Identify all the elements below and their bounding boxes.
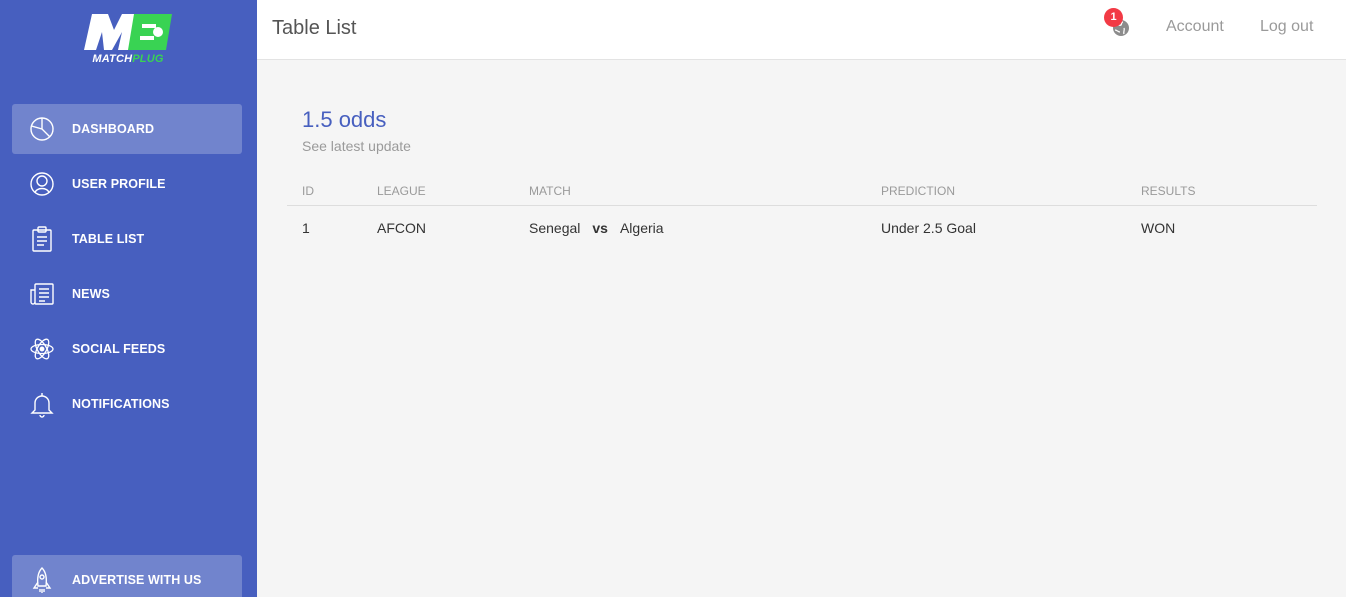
sidebar-item-notifications[interactable]: NOTIFICATIONS [12,379,242,429]
notification-badge: 1 [1104,8,1123,27]
sidebar: MATCHPLUG DASHBOARD USER PROFILE TABLE L… [0,0,257,597]
sidebar-item-table-list[interactable]: TABLE LIST [12,214,242,264]
bell-icon [28,390,56,418]
sidebar-item-label: NEWS [72,287,110,301]
column-header-prediction: PREDICTION [881,184,956,198]
sidebar-item-social-feeds[interactable]: SOCIAL FEEDS [12,324,242,374]
sidebar-item-dashboard[interactable]: DASHBOARD [12,104,242,154]
pie-chart-icon [28,115,56,143]
cell-result: WON [1141,220,1176,236]
column-header-results: RESULTS [1141,184,1196,198]
cell-id: 1 [302,220,310,236]
card-title: 1.5 odds [302,107,387,132]
advertise-button[interactable]: ADVERTISE WITH US [12,555,242,597]
column-header-match: MATCH [529,184,571,198]
user-icon [28,170,56,198]
cell-prediction: Under 2.5 Goal [881,220,976,236]
sidebar-item-label: USER PROFILE [72,177,166,191]
sidebar-item-label: SOCIAL FEEDS [72,342,166,356]
logo-mark-icon [84,14,172,50]
top-navbar: Table List 1 Account Log out [257,0,1346,60]
odds-table: ID LEAGUE MATCH PREDICTION RESULTS 1 AFC… [287,180,1317,252]
atom-icon [28,335,56,363]
sidebar-item-label: TABLE LIST [72,232,145,246]
clipboard-icon [28,225,56,253]
rocket-icon [28,566,56,594]
advertise-label: ADVERTISE WITH US [72,573,202,587]
sidebar-item-user-profile[interactable]: USER PROFILE [12,159,242,209]
account-link[interactable]: Account [1166,18,1224,36]
sidebar-item-label: DASHBOARD [72,122,155,136]
away-team: Algeria [619,220,664,236]
sidebar-item-label: NOTIFICATIONS [72,397,170,411]
sidebar-item-news[interactable]: NEWS [12,269,242,319]
home-team: Senegal [529,220,581,236]
column-header-id: ID [302,184,314,198]
table-row: 1 AFCON Senegal vs Algeria Under 2.5 Goal … [287,206,1317,252]
sidebar-nav: DASHBOARD USER PROFILE TABLE LIST NEWS S… [12,104,242,434]
page-title: Table List [272,17,357,39]
logout-link[interactable]: Log out [1260,18,1313,36]
column-header-league: LEAGUE [377,184,426,198]
vs-label: vs [592,220,608,236]
matchplug-logo[interactable]: MATCHPLUG [82,12,174,68]
table-header: ID LEAGUE MATCH PREDICTION RESULTS [287,180,1317,206]
logo-text: MATCHPLUG [92,53,164,65]
news-icon [28,280,56,308]
cell-league: AFCON [377,220,426,236]
cell-match: Senegal vs Algeria [529,220,664,236]
card-subtitle: See latest update [302,138,411,154]
